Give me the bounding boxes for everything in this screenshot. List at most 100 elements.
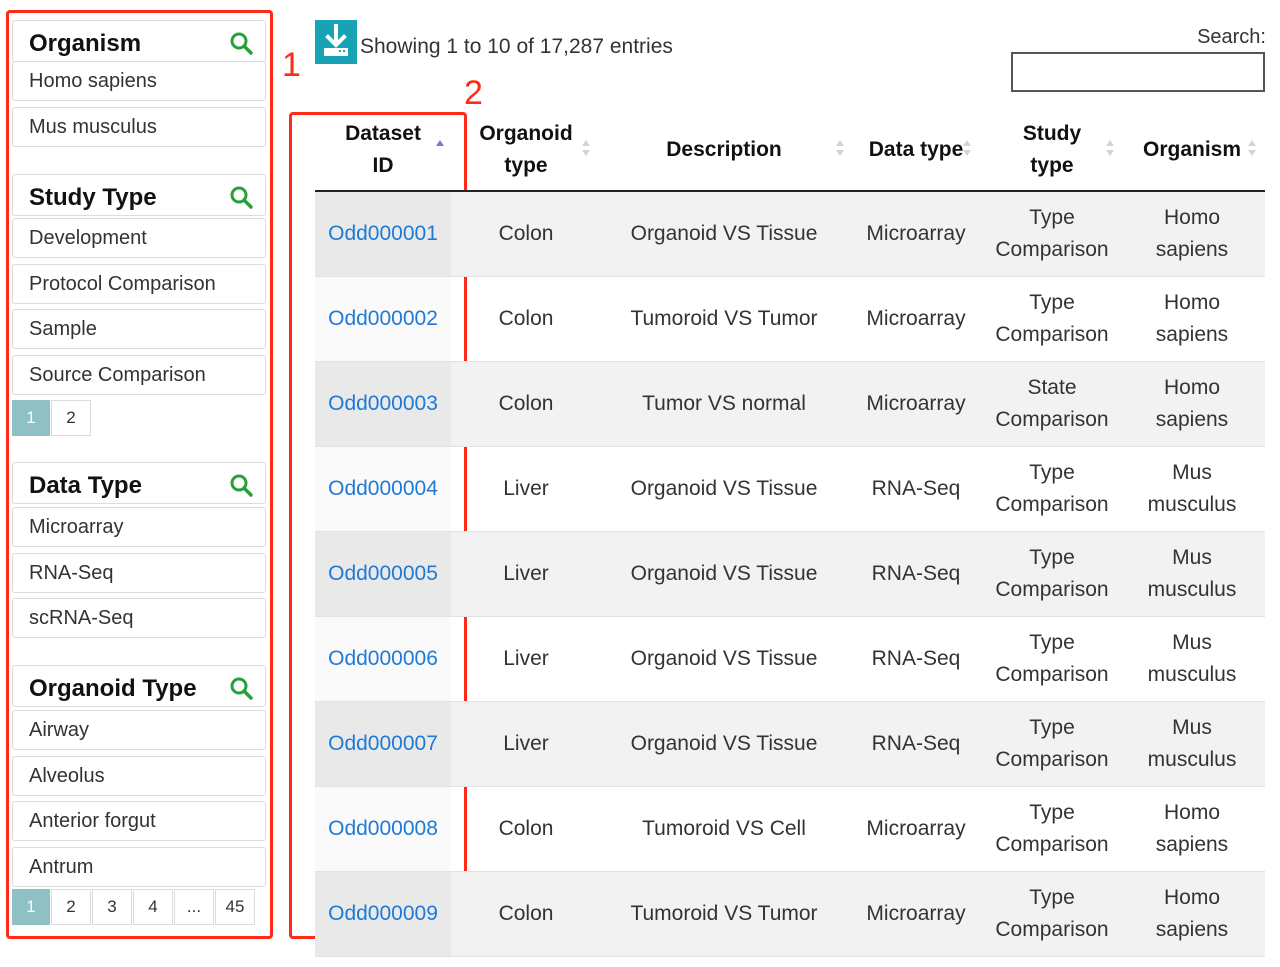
table-cell: Homo sapiens xyxy=(1119,787,1265,871)
cell-text: RNA-Seq xyxy=(871,477,961,500)
table-row: Odd000005 Liver Organoid VS Tissue RNA-Seq T… xyxy=(315,532,1265,617)
table-cell: Type Comparison xyxy=(985,702,1119,786)
table-cell: Homo sapiens xyxy=(1119,872,1265,956)
dataset-id-link[interactable]: Odd000001 xyxy=(315,192,451,276)
table-cell: Microarray xyxy=(847,277,985,361)
sort-icon[interactable] xyxy=(835,138,845,158)
table-cell: Type Comparison xyxy=(985,532,1119,616)
dataset-id-link[interactable]: Odd000008 xyxy=(315,787,451,871)
table-cell: Tumoroid VS Tumor xyxy=(601,277,847,361)
dataset-id-link[interactable]: Odd000002 xyxy=(315,277,451,361)
annotation-label-2: 2 xyxy=(464,74,483,112)
cell-text: Organoid VS Tissue xyxy=(630,562,818,585)
table-cell: Colon xyxy=(451,872,601,956)
table-cell: Type Comparison xyxy=(985,277,1119,361)
cell-text: Odd000008 xyxy=(328,817,438,840)
cell-text: Organoid VS Tissue xyxy=(630,732,818,755)
table-row: Odd000009 Colon Tumoroid VS Tumor Microarra… xyxy=(315,872,1265,957)
table-cell: Homo sapiens xyxy=(1119,362,1265,446)
dataset-id-link[interactable]: Odd000006 xyxy=(315,617,451,701)
cell-text: Tumoroid VS Tumor xyxy=(630,902,818,925)
table-cell: Liver xyxy=(451,532,601,616)
cell-text: Colon xyxy=(498,222,554,245)
cell-text: Type Comparison xyxy=(995,886,1109,941)
cell-text: Odd000001 xyxy=(328,222,438,245)
table-cell: Microarray xyxy=(847,192,985,276)
table-cell: Type Comparison xyxy=(985,872,1119,956)
cell-text: Odd000002 xyxy=(328,307,438,330)
dataset-id-link[interactable]: Odd000009 xyxy=(315,872,451,956)
cell-text: State Comparison xyxy=(995,376,1109,431)
column-header[interactable]: Study type xyxy=(985,110,1119,190)
column-header-label: Data type xyxy=(868,138,964,161)
table-cell: Type Comparison xyxy=(985,617,1119,701)
table-cell: Organoid VS Tissue xyxy=(601,192,847,276)
cell-text: RNA-Seq xyxy=(871,732,961,755)
cell-text: Homo sapiens xyxy=(1155,801,1229,856)
cell-text: Tumoroid VS Cell xyxy=(642,817,806,840)
sort-icon[interactable] xyxy=(581,138,591,158)
table-cell: Type Comparison xyxy=(985,447,1119,531)
table-cell: Colon xyxy=(451,787,601,871)
cell-text: Organoid VS Tissue xyxy=(630,647,818,670)
cell-text: Microarray xyxy=(866,392,966,415)
table-row: Odd000002 Colon Tumoroid VS Tumor Microarra… xyxy=(315,277,1265,362)
table-cell: Type Comparison xyxy=(985,787,1119,871)
cell-text: Liver xyxy=(503,647,549,670)
cell-text: Type Comparison xyxy=(995,546,1109,601)
dataset-id-link[interactable]: Odd000003 xyxy=(315,362,451,446)
table-cell: Tumoroid VS Cell xyxy=(601,787,847,871)
cell-text: Odd000007 xyxy=(328,732,438,755)
cell-text: Mus musculus xyxy=(1147,631,1237,686)
table-cell: RNA-Seq xyxy=(847,532,985,616)
column-header[interactable]: Dataset ID xyxy=(315,110,451,190)
cell-text: Colon xyxy=(498,817,554,840)
cell-text: Type Comparison xyxy=(995,461,1109,516)
cell-text: Type Comparison xyxy=(995,716,1109,771)
cell-text: Microarray xyxy=(866,902,966,925)
cell-text: Odd000009 xyxy=(328,902,438,925)
cell-text: Tumor VS normal xyxy=(642,392,806,415)
table-row: Odd000008 Colon Tumoroid VS Cell Microarray… xyxy=(315,787,1265,872)
download-button[interactable] xyxy=(315,20,357,64)
sort-icon[interactable] xyxy=(1247,138,1257,158)
column-header[interactable]: Organism xyxy=(1119,110,1265,190)
table-cell: Colon xyxy=(451,362,601,446)
cell-text: Microarray xyxy=(866,222,966,245)
cell-text: Homo sapiens xyxy=(1155,886,1229,941)
sort-icon[interactable] xyxy=(962,138,972,158)
cell-text: RNA-Seq xyxy=(871,562,961,585)
table-cell: Organoid VS Tissue xyxy=(601,617,847,701)
column-header[interactable]: Description xyxy=(601,110,847,190)
table-row: Odd000003 Colon Tumor VS normal Microarray S… xyxy=(315,362,1265,447)
table-cell: State Comparison xyxy=(985,362,1119,446)
cell-text: Microarray xyxy=(866,307,966,330)
table-cell: Mus musculus xyxy=(1119,532,1265,616)
table-search-input[interactable] xyxy=(1011,52,1265,92)
table-cell: Type Comparison xyxy=(985,192,1119,276)
sort-icon[interactable] xyxy=(435,138,445,158)
cell-text: Tumoroid VS Tumor xyxy=(630,307,818,330)
cell-text: Organoid VS Tissue xyxy=(630,222,818,245)
sort-icon[interactable] xyxy=(1105,138,1115,158)
dataset-id-link[interactable]: Odd000007 xyxy=(315,702,451,786)
cell-text: Homo sapiens xyxy=(1155,291,1229,346)
cell-text: Type Comparison xyxy=(995,631,1109,686)
column-header-label: Organism xyxy=(1142,138,1242,161)
column-header[interactable]: Organoid type xyxy=(451,110,601,190)
cell-text: Colon xyxy=(498,307,554,330)
annotation-label-1: 1 xyxy=(282,46,301,84)
cell-text: Homo sapiens xyxy=(1155,376,1229,431)
dataset-id-link[interactable]: Odd000005 xyxy=(315,532,451,616)
column-header-label: Study type xyxy=(1022,122,1082,177)
table-cell: Organoid VS Tissue xyxy=(601,447,847,531)
table-row: Odd000001 Colon Organoid VS Tissue Microarr… xyxy=(315,192,1265,277)
cell-text: Type Comparison xyxy=(995,206,1109,261)
dataset-id-link[interactable]: Odd000004 xyxy=(315,447,451,531)
table-cell: RNA-Seq xyxy=(847,447,985,531)
table-cell: Mus musculus xyxy=(1119,702,1265,786)
table-cell: Tumoroid VS Tumor xyxy=(601,872,847,956)
search-label: Search: xyxy=(1197,26,1266,48)
table-cell: RNA-Seq xyxy=(847,617,985,701)
table-cell: Homo sapiens xyxy=(1119,277,1265,361)
